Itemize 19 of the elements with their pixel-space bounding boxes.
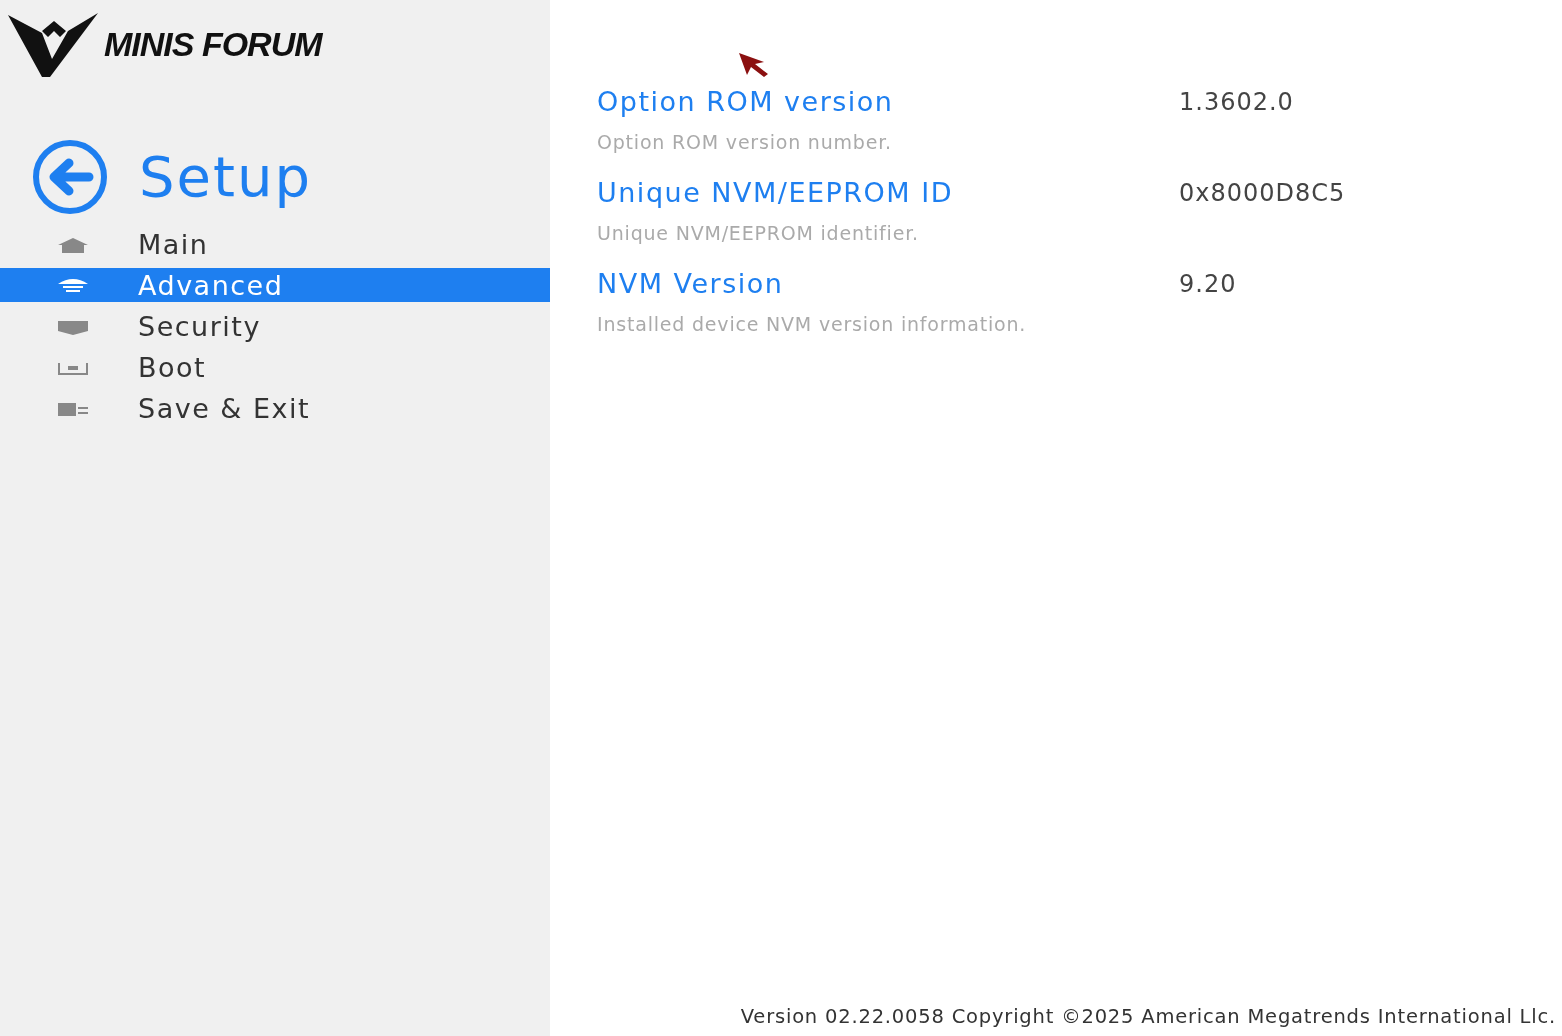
menu-item[interactable]: Boot xyxy=(0,347,550,388)
back-icon[interactable] xyxy=(31,138,109,216)
menu-item[interactable]: Save & Exit xyxy=(0,388,550,429)
setting-value: 9.20 xyxy=(1179,269,1237,300)
setting-description: Installed device NVM version information. xyxy=(597,313,1028,335)
setting-label: Option ROM version xyxy=(597,86,895,117)
mouse-cursor-icon xyxy=(738,52,770,78)
setting-value: 1.3602.0 xyxy=(1179,87,1294,118)
menu-item[interactable]: Main xyxy=(0,224,550,265)
setting-description: Option ROM version number. xyxy=(597,131,893,153)
menu-item[interactable]: Security xyxy=(0,306,550,347)
setting-label: Unique NVM/EEPROM ID xyxy=(597,177,954,208)
copyright-text: Version 02.22.0058 Copyright ©2025 American Megatrends International Llc. xyxy=(740,1005,1556,1028)
home-icon xyxy=(56,235,90,254)
setting-value: 0x8000D8C5 xyxy=(1179,178,1346,209)
setting-label: NVM Version xyxy=(597,268,785,299)
menu-item[interactable]: Advanced xyxy=(0,268,550,302)
brand-logo: MINIS FORUM xyxy=(104,24,322,64)
setting-description: Unique NVM/EEPROM identifier. xyxy=(597,222,920,244)
